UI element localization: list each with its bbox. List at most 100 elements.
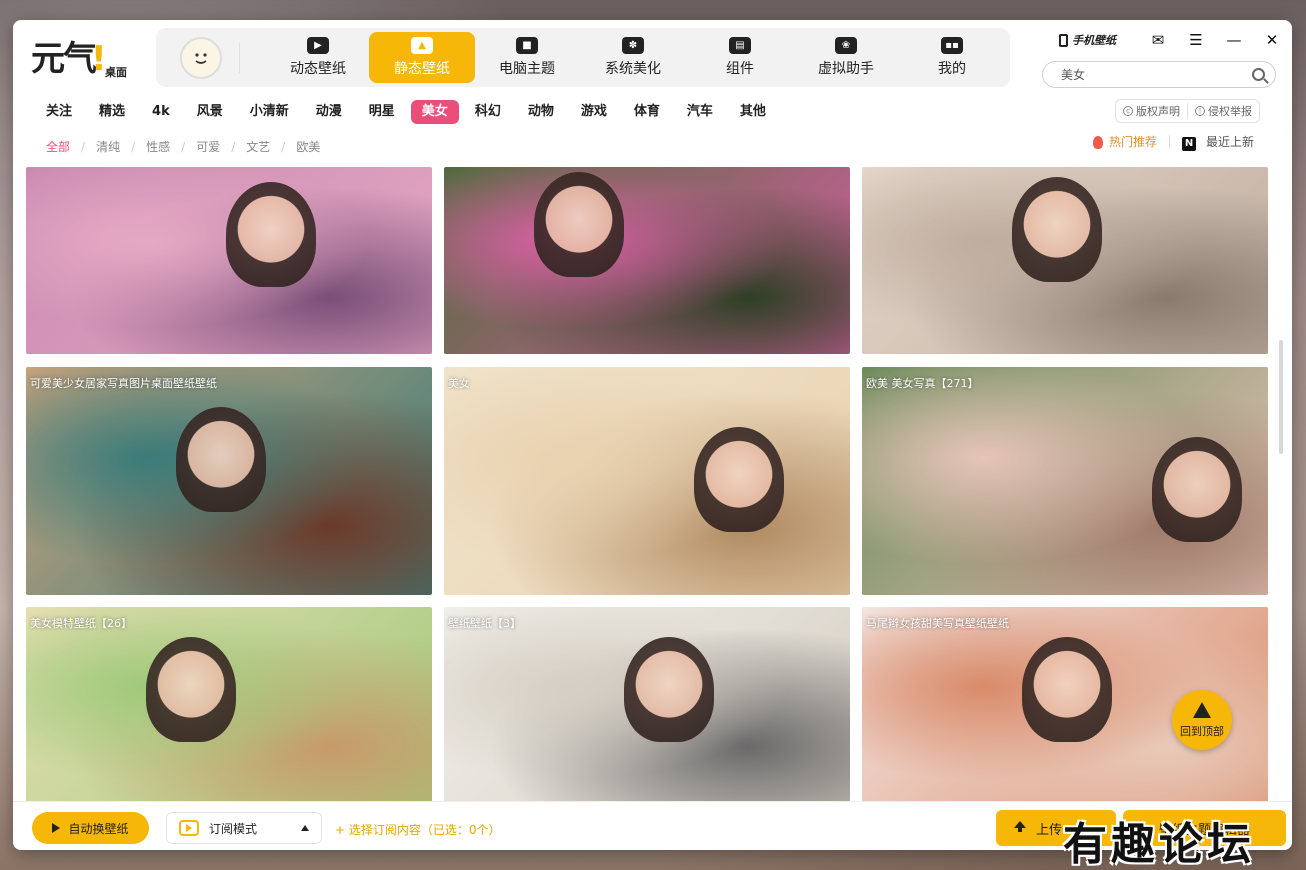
smiley-icon [195,53,207,64]
wallpaper-title: 可爱美少女居家写真图片桌面壁纸壁纸 [30,377,217,390]
subcategory-cute[interactable]: 可爱 [196,138,220,155]
phone-wallpaper-link[interactable]: 手机壁纸 [1059,32,1116,48]
portrait-silhouette [1152,437,1242,542]
wallpaper-tile[interactable]: 壁纸壁纸【3】 [444,607,850,801]
subcategory-artsy[interactable]: 文艺 [246,138,270,155]
auto-switch-button[interactable]: 自动换壁纸 [32,812,149,844]
nav-label: 虚拟助手 [818,61,874,77]
wallpaper-tile[interactable]: 可爱美少女居家写真图片桌面壁纸壁纸 [26,367,432,595]
nav-item-virtual-assistant[interactable]: ❀ 虚拟助手 [793,32,899,83]
copyright-icon: c [1123,106,1133,116]
nav-item-pc-theme[interactable]: ■ 电脑主题 [474,32,580,83]
nav-label: 动态壁纸 [290,61,346,77]
wallpaper-title: 美女模特壁纸【26】 [30,617,132,630]
sort-new-label: 最近上新 [1206,135,1255,149]
nav-label: 系统美化 [605,61,661,77]
nav-item-static-wallpaper[interactable]: ▲ 静态壁纸 [369,32,475,83]
report-label: 侵权举报 [1208,105,1252,118]
category-scenery[interactable]: 风景 [186,100,234,124]
subcategory-sexy[interactable]: 性感 [146,138,170,155]
app-logo: 元气 ! 桌面 [31,36,141,82]
category-anime[interactable]: 动漫 [305,100,353,124]
subcategory-pure[interactable]: 清纯 [96,138,120,155]
subcategory-bar: 全部 / 清纯 / 性感 / 可爱 / 文艺 / 欧美 [46,138,320,155]
nav-label: 我的 [938,61,966,77]
sort-divider [1169,134,1171,149]
logo-subtitle: 桌面 [105,66,127,79]
category-other[interactable]: 其他 [729,100,777,124]
video-icon: ▶ [307,37,329,54]
auto-switch-label: 自动换壁纸 [68,821,129,836]
wallpaper-tile[interactable]: 美女模特壁纸【26】 [26,607,432,801]
back-to-top-label: 回到顶部 [1180,724,1224,738]
nav-item-dynamic-wallpaper[interactable]: ▶ 动态壁纸 [265,32,371,83]
category-fresh[interactable]: 小清新 [239,100,300,124]
face-icon: ▪▪ [941,37,963,54]
image-icon: ▲ [411,37,433,54]
sort-new[interactable]: N 最近上新 [1182,133,1254,151]
subcategory-separator: / [231,139,236,154]
report-link[interactable]: ! 侵权举报 [1187,103,1259,119]
wallpaper-tile[interactable]: 欧美 美女写真【271】 [862,367,1268,595]
mail-icon[interactable]: ✉ [1146,30,1170,50]
minimize-icon[interactable]: — [1222,30,1246,50]
wallpaper-tile[interactable] [444,167,850,354]
avatar[interactable] [180,37,222,79]
wallpaper-title: 壁纸壁纸【3】 [448,617,521,630]
subcategory-separator: / [81,139,86,154]
play-icon [52,823,61,833]
category-games[interactable]: 游戏 [570,100,618,124]
subscription-mode-select[interactable]: 订阅模式 [166,812,322,844]
nav-item-system-beautify[interactable]: ✽ 系统美化 [580,32,686,83]
nav-item-mine[interactable]: ▪▪ 我的 [899,32,1005,83]
nav-item-widgets[interactable]: ▤ 组件 [687,32,793,83]
logo-text: 元气 [31,39,97,79]
nav-label: 组件 [726,61,754,77]
scrollbar[interactable] [1279,340,1283,454]
sort-options: 热门推荐 N 最近上新 [1093,133,1254,151]
legal-links: c 版权声明 ! 侵权举报 [1115,99,1260,123]
sort-hot[interactable]: 热门推荐 [1093,133,1157,150]
subcategory-western[interactable]: 欧美 [296,138,320,155]
wallpaper-title: 美女 [448,377,470,390]
subcategory-separator: / [131,139,136,154]
app-window: 元气 ! 桌面 ▶ 动态壁纸 ▲ 静态壁纸 ■ 电脑主题 ✽ 系统美化 ▤ 组件… [13,20,1292,850]
back-to-top-button[interactable]: 回到顶部 [1172,690,1232,750]
new-icon: N [1182,136,1197,151]
wallpaper-tile[interactable]: 美女 [444,367,850,595]
tv-icon [179,820,199,836]
portrait-silhouette [1022,637,1112,742]
close-icon[interactable]: ✕ [1260,30,1284,50]
search-icon[interactable] [1252,68,1265,81]
caret-up-icon [301,825,309,831]
arrow-up-icon [1193,701,1211,718]
wallpaper-tile[interactable] [862,167,1268,354]
shirt-icon: ■ [516,37,538,54]
widget-icon: ▤ [729,37,751,54]
category-animals[interactable]: 动物 [517,100,565,124]
category-sports[interactable]: 体育 [623,100,671,124]
wallpaper-title: 马尾辫女孩甜美写真壁纸壁纸 [866,617,1009,630]
menu-icon[interactable]: ☰ [1184,30,1208,50]
category-celebrity[interactable]: 明星 [358,100,406,124]
subcategory-all[interactable]: 全部 [46,138,70,155]
portrait-silhouette [176,407,266,512]
upload-label: 上传 [1036,822,1063,838]
category-scifi[interactable]: 科幻 [464,100,512,124]
portrait-silhouette [146,637,236,742]
copyright-link[interactable]: c 版权声明 [1116,103,1187,119]
select-subscription-link[interactable]: + 选择订阅内容（已选：0个） [335,821,501,838]
wallpaper-tile[interactable] [26,167,432,354]
category-follow[interactable]: 关注 [35,100,83,124]
category-featured[interactable]: 精选 [88,100,136,124]
nav-label: 静态壁纸 [394,61,450,77]
portrait-silhouette [1012,177,1102,282]
category-cars[interactable]: 汽车 [676,100,724,124]
portrait-silhouette [226,182,316,287]
subcategory-separator: / [181,139,186,154]
category-4k[interactable]: 4k [141,100,181,124]
nav-divider [239,43,240,73]
search-input[interactable] [1061,67,1252,82]
category-beauty[interactable]: 美女 [410,100,459,124]
flower-icon: ✽ [622,37,644,54]
